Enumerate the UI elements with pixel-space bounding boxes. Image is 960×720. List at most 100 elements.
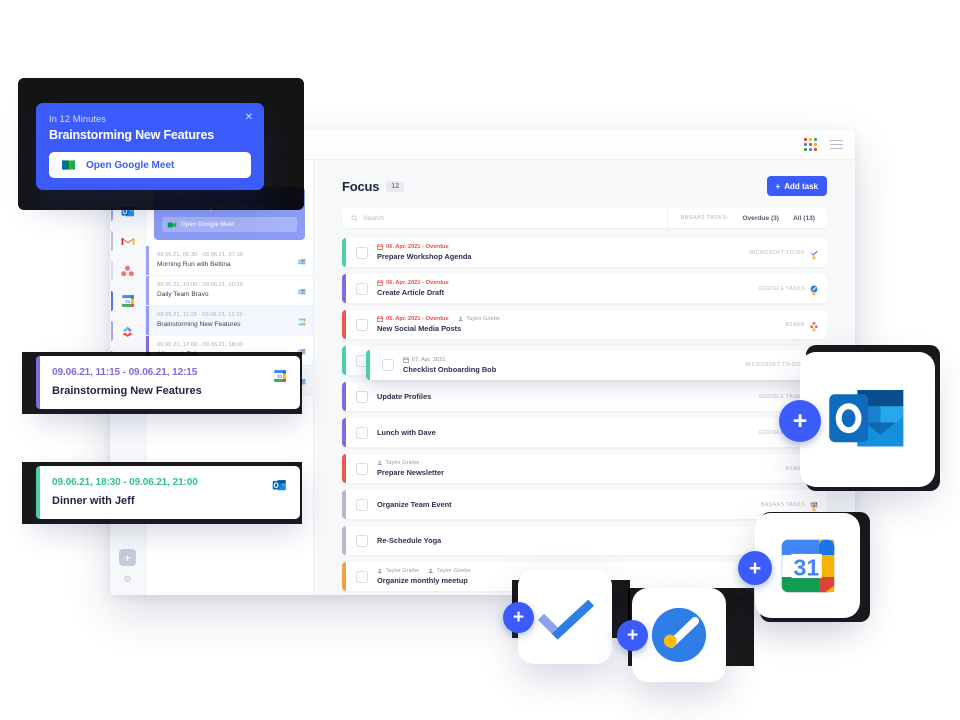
event-title: Morning Run with Bettina — [157, 261, 231, 268]
notification-title: Brainstorming New Features — [49, 128, 214, 142]
search-input[interactable]: Search — [342, 208, 669, 228]
google-calendar-icon: 31 — [273, 369, 287, 388]
toast-title: Dinner with Jeff — [52, 495, 135, 507]
google-calendar-icon: 31 — [780, 538, 835, 593]
rail-item-outlook[interactable] — [110, 196, 145, 226]
task-card[interactable]: 06. Apr. 2021 - Overdue Prepare Workshop … — [342, 238, 827, 267]
event-time: 09.06.21, 11:15 - 09.06.21, 12:15 — [157, 312, 243, 318]
page-title: Focus — [342, 178, 380, 194]
microsoft-outlook-icon — [828, 389, 903, 446]
task-checkbox[interactable] — [356, 534, 368, 547]
open-google-meet-label: Open Google Meet — [86, 159, 175, 171]
calendar-event[interactable]: 09.06.21, 06:30 - 09.06.21, 07:30 Morning… — [146, 246, 313, 276]
task-checkbox[interactable] — [356, 426, 368, 439]
task-assignee: Taylor Griebe — [377, 460, 419, 466]
rail-item-clickup[interactable] — [110, 316, 145, 346]
event-title: Daily Team Bravo — [157, 291, 209, 298]
task-checkbox[interactable] — [356, 462, 368, 475]
google-meet-icon — [62, 159, 75, 171]
open-google-meet-button[interactable]: Open Google Meet — [49, 152, 251, 178]
banner-title: Brainstorming New Features — [162, 202, 265, 211]
task-card[interactable]: 07. Apr. 2021 Checklist Onboarding Bob MIC… — [366, 350, 823, 380]
google-calendar-icon: 31 — [298, 313, 306, 326]
task-title: Re-Schedule Yoga — [377, 536, 442, 545]
add-app-plus-badge[interactable]: + — [503, 602, 534, 633]
gmail-icon — [121, 237, 134, 245]
task-card[interactable]: Update ProfilesGOOGLE TASKS★ — [342, 382, 827, 411]
task-checkbox[interactable] — [382, 359, 394, 371]
svg-text:31: 31 — [300, 320, 304, 324]
task-due-date: 06. Apr. 2021 - Overdue — [377, 280, 449, 286]
add-app-plus-badge[interactable]: + — [779, 400, 821, 442]
svg-text:31: 31 — [125, 299, 131, 304]
open-google-meet-button[interactable]: Open Google Meet — [162, 217, 297, 232]
task-star-icon[interactable]: ★ — [811, 326, 817, 334]
task-title: Lunch with Dave — [377, 428, 436, 437]
meeting-notification-card: ✕ In 12 Minutes Brainstorming New Featur… — [36, 103, 264, 190]
task-source-label: MICROSOFT TO-DO — [749, 250, 805, 256]
focus-header: Focus 12 + Add task — [342, 176, 827, 196]
app-tile-google-tasks[interactable]: + — [617, 588, 726, 682]
calendar-event[interactable]: 09.06.21, 11:15 - 09.06.21, 12:15 Brainst… — [146, 306, 313, 336]
task-assignee: Taylor Griebe — [458, 316, 500, 322]
filter-source-label: BASAAS TASKS: — [680, 215, 729, 221]
close-icon[interactable]: ✕ — [293, 192, 299, 200]
clickup-icon — [122, 326, 133, 337]
add-task-button[interactable]: + Add task — [766, 176, 827, 196]
gear-icon[interactable]: ⚙ — [123, 574, 131, 585]
rail-item-gmail[interactable] — [110, 226, 145, 256]
calendar-event[interactable]: 09.06.21, 10:00 - 09.06.21, 10:15 Daily T… — [146, 276, 313, 306]
add-app-button[interactable]: + — [119, 549, 136, 566]
outlook-icon — [298, 343, 306, 355]
event-time: 09.06.21, 17:00 - 09.06.21, 18:00 — [157, 342, 244, 348]
app-tile-google-calendar[interactable]: 31 + — [738, 513, 860, 618]
event-toast-brainstorming[interactable]: 09.06.21, 11:15 - 09.06.21, 12:15 Brains… — [36, 356, 300, 409]
filter-overdue[interactable]: Overdue (3) — [742, 215, 779, 222]
task-title: Prepare Newsletter — [377, 468, 444, 477]
task-title: Update Profiles — [377, 392, 432, 401]
toast-accent-bar — [36, 356, 40, 409]
task-card[interactable]: 05. Apr. 2021 - Overdue Taylor Griebe New … — [342, 310, 827, 339]
rail-item-asana[interactable] — [110, 256, 145, 286]
add-app-plus-badge[interactable]: + — [738, 551, 772, 585]
task-card[interactable]: Lunch with DaveGOOGLE TASKS★ — [342, 418, 827, 447]
task-star-icon[interactable]: ★ — [811, 254, 817, 262]
google-apps-grid-icon[interactable] — [801, 135, 820, 154]
toast-title: Brainstorming New Features — [52, 385, 202, 397]
event-time: 09.06.21, 10:00 - 09.06.21, 10:15 — [157, 282, 244, 288]
task-row: 05. Apr. 2021 - Overdue Taylor Griebe New … — [342, 310, 827, 380]
event-toast-dinner[interactable]: 09.06.21, 18:30 - 09.06.21, 21:00 Dinner… — [36, 466, 300, 519]
task-checkbox[interactable] — [356, 282, 368, 295]
task-card[interactable]: Taylor GriebePrepare NewsletterASANA★ — [342, 454, 827, 483]
task-accent-bar — [342, 454, 346, 483]
task-accent-bar — [342, 418, 346, 447]
task-row: Organize Team Event BASAAS TASKS ★ — [342, 490, 827, 519]
task-card[interactable]: 06. Apr. 2021 - Overdue Create Article Dr… — [342, 274, 827, 303]
rail-item-google-calendar[interactable]: 31 — [110, 286, 145, 316]
svg-text:31: 31 — [793, 554, 819, 580]
app-tile-outlook[interactable]: + — [779, 352, 935, 487]
task-checkbox[interactable] — [356, 318, 368, 331]
task-accent-bar — [342, 274, 346, 303]
filter-all[interactable]: All (13) — [793, 215, 815, 222]
task-accent-bar — [342, 562, 346, 591]
add-app-plus-badge[interactable]: + — [617, 620, 648, 651]
microsoft-todo-icon — [537, 599, 595, 640]
task-card[interactable]: Organize Team Event BASAAS TASKS ★ — [342, 490, 827, 519]
task-assignee: Taylor Griebe — [377, 568, 419, 574]
google-tasks-icon — [651, 607, 707, 663]
task-checkbox[interactable] — [356, 570, 368, 583]
calendar-meeting-banner: ✕ In 12 Minutes Brainstorming New Featur… — [154, 187, 305, 240]
task-row: Taylor GriebePrepare NewsletterASANA★ — [342, 454, 827, 483]
hamburger-menu-icon[interactable] — [830, 139, 843, 150]
task-checkbox[interactable] — [356, 246, 368, 259]
task-due-date: 06. Apr. 2021 - Overdue — [377, 244, 449, 250]
focus-count-badge: 12 — [386, 180, 405, 192]
app-tile-microsoft-todo[interactable]: + — [503, 570, 612, 664]
close-icon[interactable]: ✕ — [245, 112, 253, 123]
task-checkbox[interactable] — [356, 498, 368, 511]
task-checkbox[interactable] — [356, 390, 368, 403]
event-accent-bar — [146, 276, 149, 305]
task-star-icon[interactable]: ★ — [811, 290, 817, 298]
search-placeholder: Search — [363, 214, 384, 222]
